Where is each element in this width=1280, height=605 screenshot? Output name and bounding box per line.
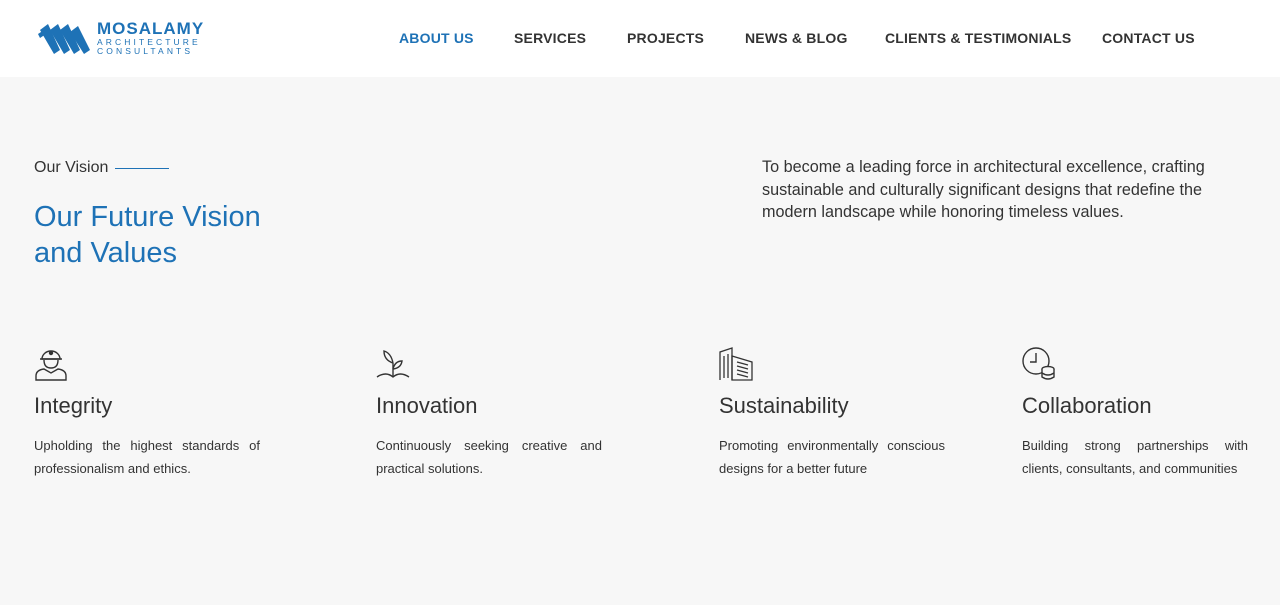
section-eyebrow: Our Vision [34, 159, 170, 177]
nav-about-us[interactable]: ABOUT US [399, 30, 474, 46]
buildings-icon [719, 347, 753, 381]
value-title: Sustainability [719, 393, 849, 418]
nav-services[interactable]: SERVICES [514, 30, 586, 46]
site-header: MOSALAMY ARCHITECTURE CONSULTANTS ABOUT … [0, 0, 1280, 77]
value-card-collaboration: Collaboration Building strong partnershi… [1022, 347, 1248, 480]
nav-clients-testimonials[interactable]: CLIENTS & TESTIMONIALS [885, 30, 1071, 46]
value-description: Building strong partnerships with client… [1022, 438, 1248, 476]
value-card-integrity: Integrity Upholding the highest standard… [34, 347, 260, 480]
clock-coins-icon [1022, 347, 1055, 380]
eyebrow-divider [115, 167, 170, 169]
brand-name: MOSALAMY [97, 19, 205, 38]
sprout-icon [376, 350, 410, 378]
value-title: Innovation [376, 393, 478, 418]
value-card-innovation: Innovation Continuously seeking creative… [376, 347, 602, 480]
eyebrow-label: Our Vision [34, 159, 109, 176]
value-description: Upholding the highest standards of profe… [34, 438, 260, 476]
worker-helmet-icon [35, 350, 67, 381]
nav-news-blog[interactable]: NEWS & BLOG [745, 30, 848, 46]
brand-wordmark: MOSALAMY ARCHITECTURE CONSULTANTS [97, 20, 204, 56]
section-title-line2: and Values [34, 237, 177, 269]
section-title: Our Future Vision and Values [34, 199, 334, 271]
value-description: Continuously seeking creative and practi… [376, 438, 602, 476]
vision-statement: To become a leading force in architectur… [762, 158, 1205, 221]
logo-mark-icon [38, 24, 90, 54]
section-title-line1: Our Future Vision [34, 201, 261, 233]
brand-logo[interactable]: MOSALAMY ARCHITECTURE CONSULTANTS [38, 20, 210, 60]
brand-tagline-line2: CONSULTANTS [97, 46, 194, 56]
vision-section: Our Vision Our Future Vision and Values … [0, 77, 1280, 605]
value-title: Integrity [34, 393, 113, 418]
value-card-sustainability: Sustainability Promoting environmentally… [719, 347, 945, 480]
nav-contact-us[interactable]: CONTACT US [1102, 30, 1195, 46]
value-description: Promoting environmentally conscious desi… [719, 438, 945, 476]
nav-projects[interactable]: PROJECTS [627, 30, 704, 46]
value-title: Collaboration [1022, 393, 1152, 418]
